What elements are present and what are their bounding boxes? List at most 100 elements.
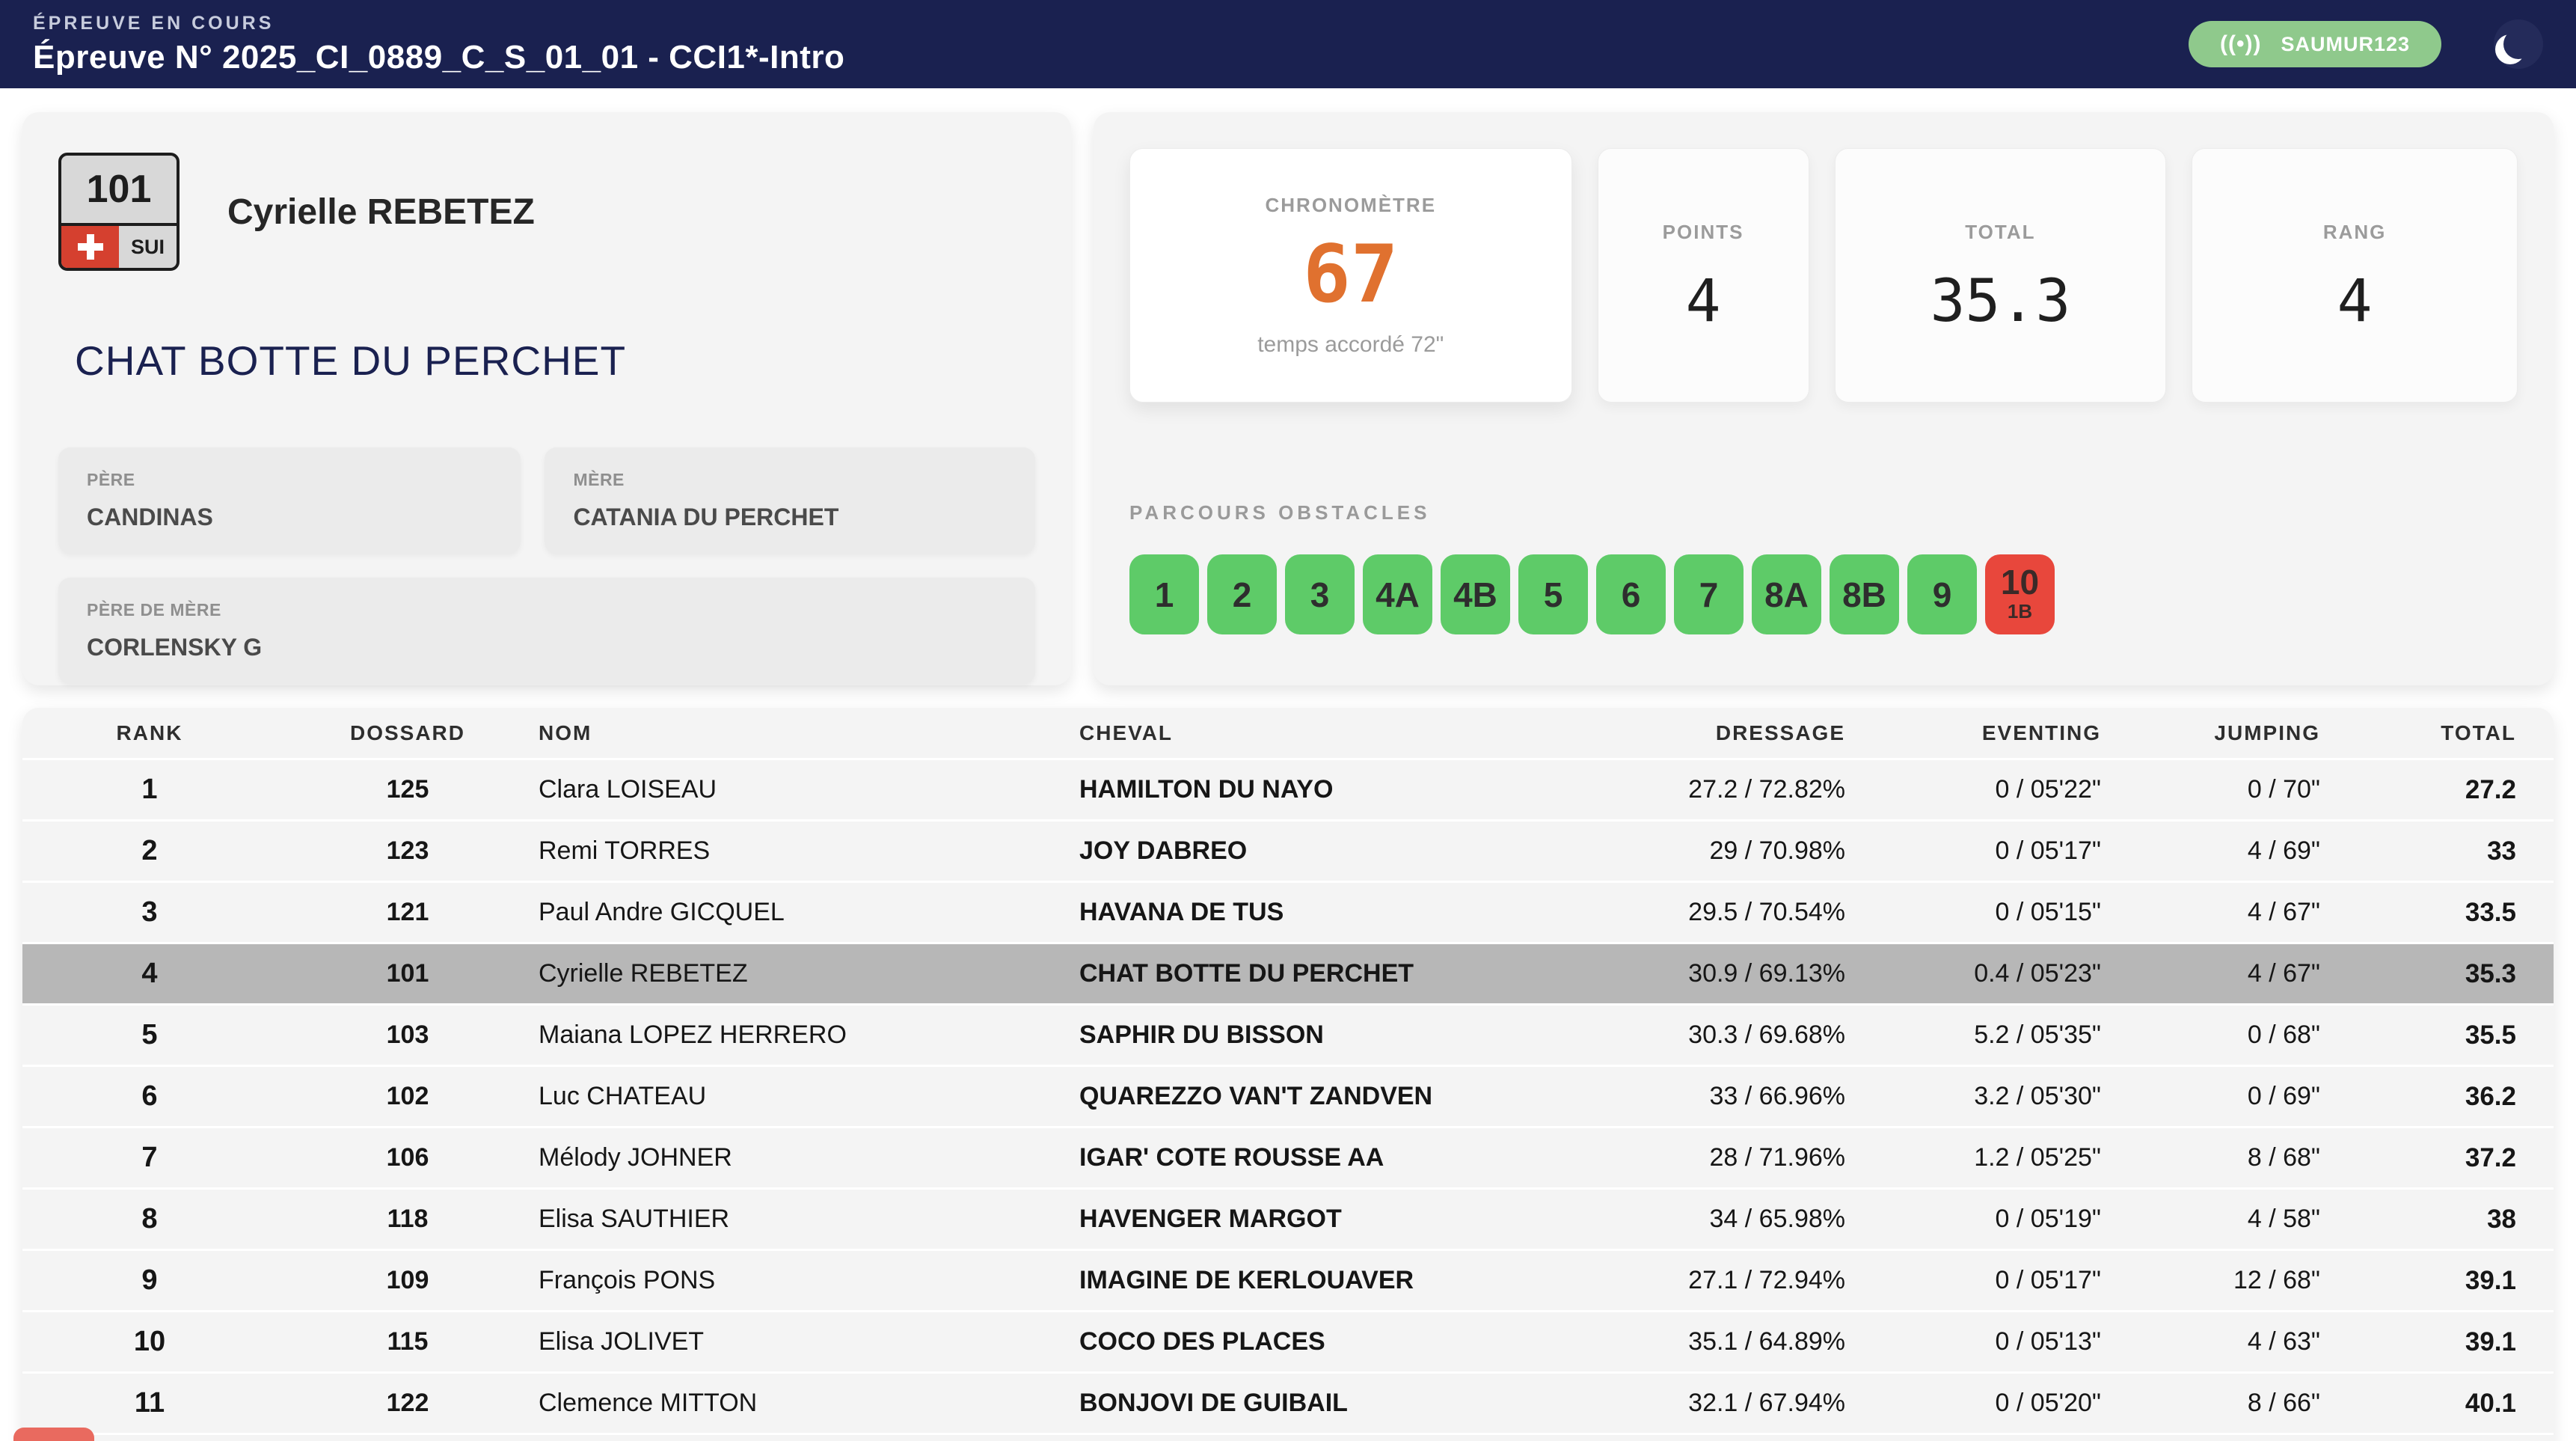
- table-row[interactable]: 9 109 François PONS IMAGINE DE KERLOUAVE…: [22, 1249, 2554, 1310]
- table-row[interactable]: 8 118 Elisa SAUTHIER HAVENGER MARGOT 34 …: [22, 1187, 2554, 1249]
- cell-dossard: 101: [277, 959, 539, 988]
- cell-rank: 1: [22, 774, 277, 806]
- cell-nom: Elisa SAUTHIER: [539, 1205, 1079, 1234]
- cell-dressage: 30.9 / 69.13%: [1593, 959, 1845, 988]
- cell-nom: Mélody JOHNER: [539, 1143, 1079, 1172]
- time-allowed-label: temps accordé 72": [1257, 332, 1444, 358]
- cell-cheval: IGAR' COTE ROUSSE AA: [1079, 1143, 1593, 1172]
- cell-eventing: 0.4 / 05'23": [1845, 959, 2101, 988]
- pedigree-section: PÈRE CANDINAS MÈRE CATANIA DU PERCHET PÈ…: [58, 447, 1035, 684]
- chronometer-value: 67: [1303, 235, 1399, 314]
- cell-total: 27.2: [2320, 775, 2516, 805]
- obstacle-chip[interactable]: 5: [1518, 554, 1588, 634]
- cell-dressage: 29.5 / 70.54%: [1593, 898, 1845, 927]
- cell-eventing: 0 / 05'22": [1845, 775, 2101, 804]
- obstacle-chip[interactable]: 1: [1129, 554, 1199, 634]
- obstacle-chip[interactable]: 4A: [1363, 554, 1432, 634]
- col-header-total: TOTAL: [2320, 721, 2516, 745]
- cell-cheval: HAVANA DE TUS: [1079, 898, 1593, 927]
- cell-eventing: 0 / 05'17": [1845, 1266, 2101, 1295]
- cell-nom: Elisa JOLIVET: [539, 1327, 1079, 1356]
- cell-dossard: 122: [277, 1389, 539, 1418]
- col-header-jumping: JUMPING: [2101, 721, 2320, 745]
- table-row[interactable]: 3 121 Paul Andre GICQUEL HAVANA DE TUS 2…: [22, 881, 2554, 942]
- cell-total: 39.1: [2320, 1266, 2516, 1296]
- broadcast-icon: ((•)): [2220, 31, 2261, 57]
- cell-jumping: 4 / 69": [2101, 836, 2320, 866]
- cell-dossard: 106: [277, 1143, 539, 1172]
- cell-cheval: SAPHIR DU BISSON: [1079, 1021, 1593, 1050]
- cell-eventing: 3.2 / 05'30": [1845, 1082, 2101, 1111]
- cell-dressage: 33 / 66.96%: [1593, 1082, 1845, 1111]
- cell-dossard: 118: [277, 1205, 539, 1234]
- live-stats-panel: CHRONOMÈTRE 67 temps accordé 72" POINTS …: [1094, 112, 2554, 685]
- obstacle-chip[interactable]: 2: [1207, 554, 1277, 634]
- cell-total: 33.5: [2320, 898, 2516, 928]
- cell-nom: Maiana LOPEZ HERRERO: [539, 1021, 1079, 1050]
- table-row[interactable]: 1 125 Clara LOISEAU HAMILTON DU NAYO 27.…: [22, 758, 2554, 819]
- cell-cheval: HAVENGER MARGOT: [1079, 1205, 1593, 1234]
- cutoff-red-chip[interactable]: [13, 1428, 94, 1441]
- pedigree-value: CANDINAS: [87, 504, 492, 531]
- table-row[interactable]: 7 106 Mélody JOHNER IGAR' COTE ROUSSE AA…: [22, 1126, 2554, 1187]
- obstacle-number: 8A: [1764, 578, 1809, 612]
- cell-eventing: 0 / 05'19": [1845, 1205, 2101, 1234]
- cell-eventing: 5.2 / 05'35": [1845, 1021, 2101, 1050]
- cell-jumping: 4 / 67": [2101, 898, 2320, 927]
- pedigree-value: CORLENSKY G: [87, 634, 1007, 661]
- cell-dressage: 27.1 / 72.94%: [1593, 1266, 1845, 1295]
- cell-rank: 6: [22, 1080, 277, 1113]
- cell-cheval: BONJOVI DE GUIBAIL: [1079, 1389, 1593, 1418]
- stream-status-badge[interactable]: ((•)) SAUMUR123: [2189, 21, 2441, 67]
- col-header-cheval: CHEVAL: [1079, 721, 1593, 745]
- cell-total: 38: [2320, 1205, 2516, 1235]
- cell-jumping: 0 / 69": [2101, 1082, 2320, 1111]
- cell-total: 33: [2320, 836, 2516, 866]
- table-row[interactable]: 11 122 Clemence MITTON BONJOVI DE GUIBAI…: [22, 1371, 2554, 1433]
- obstacle-chip[interactable]: 9: [1907, 554, 1977, 634]
- pedigree-box: MÈRE CATANIA DU PERCHET: [545, 447, 1035, 554]
- cell-eventing: 0 / 05'13": [1845, 1327, 2101, 1356]
- table-row[interactable]: 4 101 Cyrielle REBETEZ CHAT BOTTE DU PER…: [22, 942, 2554, 1003]
- cell-dossard: 103: [277, 1021, 539, 1050]
- obstacle-number: 7: [1699, 578, 1719, 612]
- cell-jumping: 4 / 63": [2101, 1327, 2320, 1356]
- obstacle-number: 6: [1622, 578, 1641, 612]
- cell-rank: 8: [22, 1203, 277, 1235]
- obstacle-chip[interactable]: 4B: [1441, 554, 1510, 634]
- table-row[interactable]: 5 103 Maiana LOPEZ HERRERO SAPHIR DU BIS…: [22, 1003, 2554, 1065]
- cell-jumping: 4 / 67": [2101, 959, 2320, 988]
- obstacle-chip[interactable]: 7: [1674, 554, 1744, 634]
- table-row[interactable]: 6 102 Luc CHATEAU QUAREZZO VAN'T ZANDVEN…: [22, 1065, 2554, 1126]
- col-header-dressage: DRESSAGE: [1593, 721, 1845, 745]
- total-value: 35.3: [1930, 272, 2070, 331]
- table-row[interactable]: 10 115 Elisa JOLIVET COCO DES PLACES 35.…: [22, 1310, 2554, 1371]
- cell-dressage: 34 / 65.98%: [1593, 1205, 1845, 1234]
- table-header-row: RANK DOSSARD NOM CHEVAL DRESSAGE EVENTIN…: [22, 708, 2554, 758]
- cell-nom: Cyrielle REBETEZ: [539, 959, 1079, 988]
- cell-total: 37.2: [2320, 1143, 2516, 1173]
- obstacle-chip[interactable]: 8B: [1830, 554, 1899, 634]
- dark-mode-toggle[interactable]: [2494, 19, 2543, 69]
- cell-dressage: 32.1 / 67.94%: [1593, 1389, 1845, 1418]
- cell-jumping: 8 / 68": [2101, 1143, 2320, 1172]
- obstacle-chip[interactable]: 10 1B: [1985, 554, 2055, 634]
- pedigree-box: PÈRE CANDINAS: [58, 447, 521, 554]
- cell-rank: 11: [22, 1387, 277, 1419]
- cell-cheval: CHAT BOTTE DU PERCHET: [1079, 959, 1593, 988]
- obstacle-chip[interactable]: 6: [1596, 554, 1666, 634]
- obstacle-chip[interactable]: 8A: [1752, 554, 1821, 634]
- cell-rank: 4: [22, 958, 277, 990]
- cell-rank: 2: [22, 835, 277, 867]
- table-row[interactable]: 2 123 Remi TORRES JOY DABREO 29 / 70.98%…: [22, 819, 2554, 881]
- obstacle-number: 5: [1544, 578, 1563, 612]
- obstacle-chip[interactable]: 3: [1285, 554, 1355, 634]
- col-header-nom: NOM: [539, 721, 1079, 745]
- obstacle-sub-label: 1B: [2008, 599, 2032, 625]
- stream-badge-label: SAUMUR123: [2281, 33, 2410, 56]
- cell-jumping: 0 / 68": [2101, 1021, 2320, 1050]
- bib-number: 101: [61, 156, 177, 226]
- cell-cheval: JOY DABREO: [1079, 836, 1593, 866]
- cell-total: 40.1: [2320, 1389, 2516, 1419]
- pedigree-value: CATANIA DU PERCHET: [573, 504, 1007, 531]
